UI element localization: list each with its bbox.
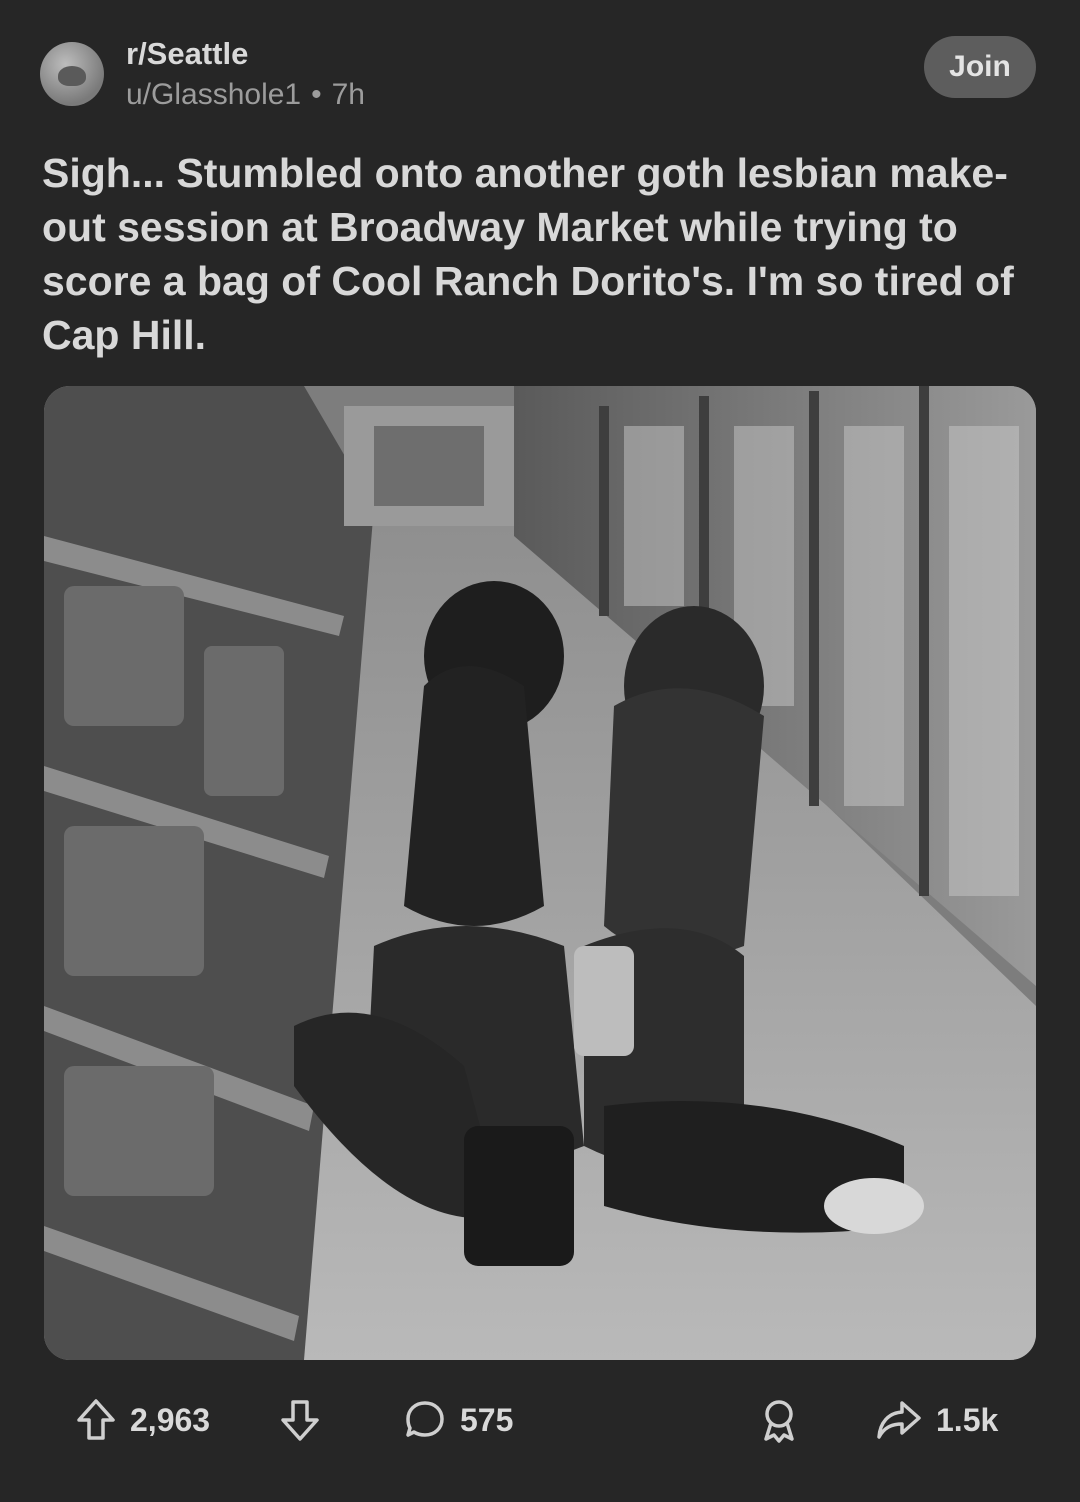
award-action[interactable] [758, 1388, 800, 1452]
meta-separator: • [311, 78, 322, 111]
author-name[interactable]: u/Glasshole1 [126, 78, 301, 111]
join-button[interactable]: Join [924, 36, 1036, 98]
post-meta: u/Glasshole1 • 7h [126, 78, 365, 112]
post-image[interactable] [44, 386, 1036, 1360]
share-count: 1.5k [936, 1401, 999, 1438]
comment-count: 575 [460, 1401, 514, 1438]
subreddit-name[interactable]: r/Seattle [126, 36, 248, 72]
post-age: 7h [331, 78, 365, 111]
post-actions-bar: 2,963 575 1.5k [0, 1388, 1080, 1452]
upvote-action[interactable]: 2,963 [76, 1388, 210, 1452]
share-arrow-icon [876, 1399, 922, 1441]
post-title[interactable]: Sigh... Stumbled onto another goth lesbi… [42, 146, 1042, 362]
subreddit-avatar[interactable] [40, 42, 104, 106]
comment-bubble-icon [404, 1399, 446, 1441]
grocery-aisle-photo [44, 386, 1036, 1360]
downvote-action[interactable] [280, 1388, 320, 1452]
award-icon [758, 1397, 800, 1443]
share-action[interactable]: 1.5k [876, 1388, 998, 1452]
post-header: r/Seattle u/Glasshole1 • 7h Join [40, 36, 1040, 116]
upvote-count: 2,963 [130, 1401, 211, 1438]
upvote-arrow-icon[interactable] [76, 1398, 116, 1442]
downvote-arrow-icon[interactable] [280, 1398, 320, 1442]
comments-action[interactable]: 575 [404, 1388, 513, 1452]
